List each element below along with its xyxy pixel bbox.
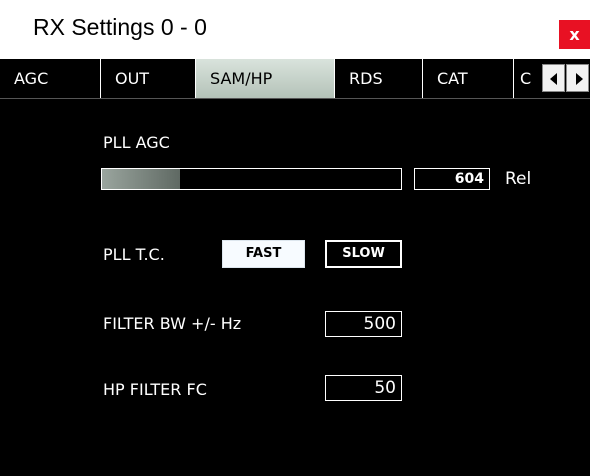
tab-scroll-right-button[interactable] xyxy=(566,64,589,92)
hp-filter-label: HP FILTER FC xyxy=(103,380,207,399)
tab-c-partial[interactable]: C xyxy=(514,59,542,98)
arrow-right-icon xyxy=(576,73,583,85)
title-bar[interactable]: RX Settings 0 - 0 x xyxy=(0,0,590,59)
tab-rds[interactable]: RDS xyxy=(334,59,423,98)
pll-tc-label: PLL T.C. xyxy=(103,245,165,264)
filter-bw-label: FILTER BW +/- Hz xyxy=(103,314,242,333)
filter-bw-input[interactable]: 500 xyxy=(325,311,402,337)
window-title: RX Settings 0 - 0 xyxy=(33,14,207,40)
tab-out[interactable]: OUT xyxy=(101,59,196,98)
pll-tc-slow-button[interactable]: SLOW xyxy=(325,240,402,268)
arrow-left-icon xyxy=(550,73,557,85)
pll-tc-fast-button[interactable]: FAST xyxy=(222,240,305,268)
pll-agc-meter xyxy=(101,168,402,190)
rx-settings-window: RX Settings 0 - 0 x AGC OUT SAM/HP RDS C… xyxy=(0,0,590,476)
pll-agc-meter-fill xyxy=(102,169,180,189)
tab-cat[interactable]: CAT xyxy=(423,59,514,98)
hp-filter-input[interactable]: 50 xyxy=(325,375,402,401)
pll-agc-label: PLL AGC xyxy=(103,133,170,152)
tab-strip: AGC OUT SAM/HP RDS CAT C xyxy=(0,59,590,99)
tab-scroll-buttons xyxy=(542,64,590,92)
close-button[interactable]: x xyxy=(559,20,590,49)
tab-scroll-left-button[interactable] xyxy=(542,64,565,92)
tab-agc[interactable]: AGC xyxy=(0,59,101,98)
tab-sam-hp[interactable]: SAM/HP xyxy=(196,59,334,98)
pll-agc-value: 604 xyxy=(414,168,490,190)
pll-agc-unit: Rel xyxy=(505,169,532,189)
